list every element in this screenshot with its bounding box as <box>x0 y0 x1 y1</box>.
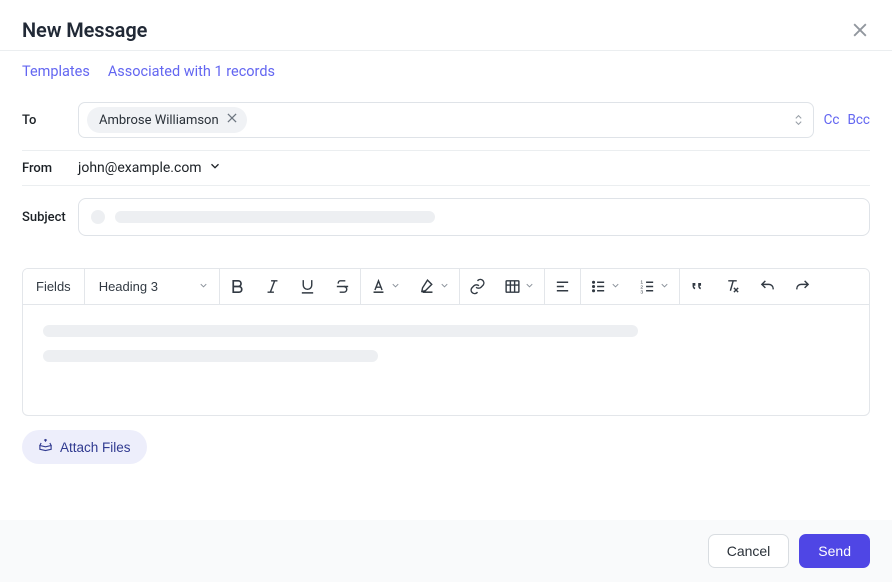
svg-text:1: 1 <box>640 280 643 286</box>
modal-header: New Message <box>0 0 892 50</box>
highlight-icon[interactable] <box>410 269 459 304</box>
italic-icon[interactable] <box>255 269 290 304</box>
redo-icon[interactable] <box>785 269 820 304</box>
rich-text-editor: Fields Heading 3 <box>22 268 870 416</box>
to-label: To <box>22 113 78 128</box>
svg-text:2: 2 <box>640 285 643 291</box>
bullet-list-icon[interactable] <box>581 269 630 304</box>
cancel-button[interactable]: Cancel <box>708 534 790 568</box>
align-icon[interactable] <box>545 269 580 304</box>
to-combobox[interactable]: Ambrose Williamson <box>78 102 814 138</box>
toolbar-heading-dropdown[interactable]: Heading 3 <box>85 269 220 304</box>
chevron-down-icon <box>439 279 450 294</box>
to-row: To Ambrose Williamson Cc Bcc <box>0 90 892 150</box>
subject-label: Subject <box>22 210 78 225</box>
skeleton-line <box>43 325 638 337</box>
editor-body[interactable] <box>23 305 869 415</box>
skeleton-line <box>43 350 378 362</box>
skeleton-avatar <box>91 210 105 224</box>
chevron-down-icon <box>198 279 209 294</box>
clear-format-icon[interactable] <box>715 269 750 304</box>
cc-link[interactable]: Cc <box>824 112 840 128</box>
bcc-link[interactable]: Bcc <box>847 112 870 128</box>
chevron-down-icon <box>390 279 401 294</box>
chevron-down-icon <box>659 279 670 294</box>
link-icon[interactable] <box>460 269 495 304</box>
templates-link[interactable]: Templates <box>22 63 90 80</box>
skeleton-text <box>115 211 435 223</box>
attach-icon <box>38 438 53 456</box>
subject-row: Subject <box>0 186 892 248</box>
from-dropdown[interactable]: john@example.com <box>78 159 222 177</box>
from-label: From <box>22 161 78 176</box>
table-icon[interactable] <box>495 269 544 304</box>
modal-footer: Cancel Send <box>0 520 892 582</box>
toolbar-fields-button[interactable]: Fields <box>23 269 85 304</box>
subject-input[interactable] <box>78 198 870 236</box>
strikethrough-icon[interactable] <box>325 269 360 304</box>
associated-link[interactable]: Associated with 1 records <box>108 63 275 80</box>
tablinks: Templates Associated with 1 records <box>0 51 892 90</box>
quote-icon[interactable] <box>680 269 715 304</box>
from-value: john@example.com <box>78 160 202 176</box>
modal-title: New Message <box>22 18 147 42</box>
recipient-chip: Ambrose Williamson <box>87 107 247 133</box>
recipient-chip-label: Ambrose Williamson <box>99 113 219 128</box>
chip-remove-icon[interactable] <box>225 111 239 129</box>
send-button[interactable]: Send <box>799 534 870 568</box>
svg-text:3: 3 <box>640 290 643 295</box>
undo-icon[interactable] <box>750 269 785 304</box>
chevron-down-icon <box>524 279 535 294</box>
chevron-down-icon <box>208 159 222 177</box>
ordered-list-icon[interactable]: 123 <box>630 269 679 304</box>
text-color-icon[interactable] <box>361 269 410 304</box>
editor-toolbar: Fields Heading 3 <box>23 269 869 305</box>
close-icon[interactable] <box>850 20 870 40</box>
attach-label: Attach Files <box>60 440 131 455</box>
chevron-down-icon <box>610 279 621 294</box>
from-row: From john@example.com <box>0 151 892 185</box>
attach-files-button[interactable]: Attach Files <box>22 430 147 464</box>
combobox-sorter-icon[interactable] <box>792 114 805 127</box>
bold-icon[interactable] <box>220 269 255 304</box>
underline-icon[interactable] <box>290 269 325 304</box>
